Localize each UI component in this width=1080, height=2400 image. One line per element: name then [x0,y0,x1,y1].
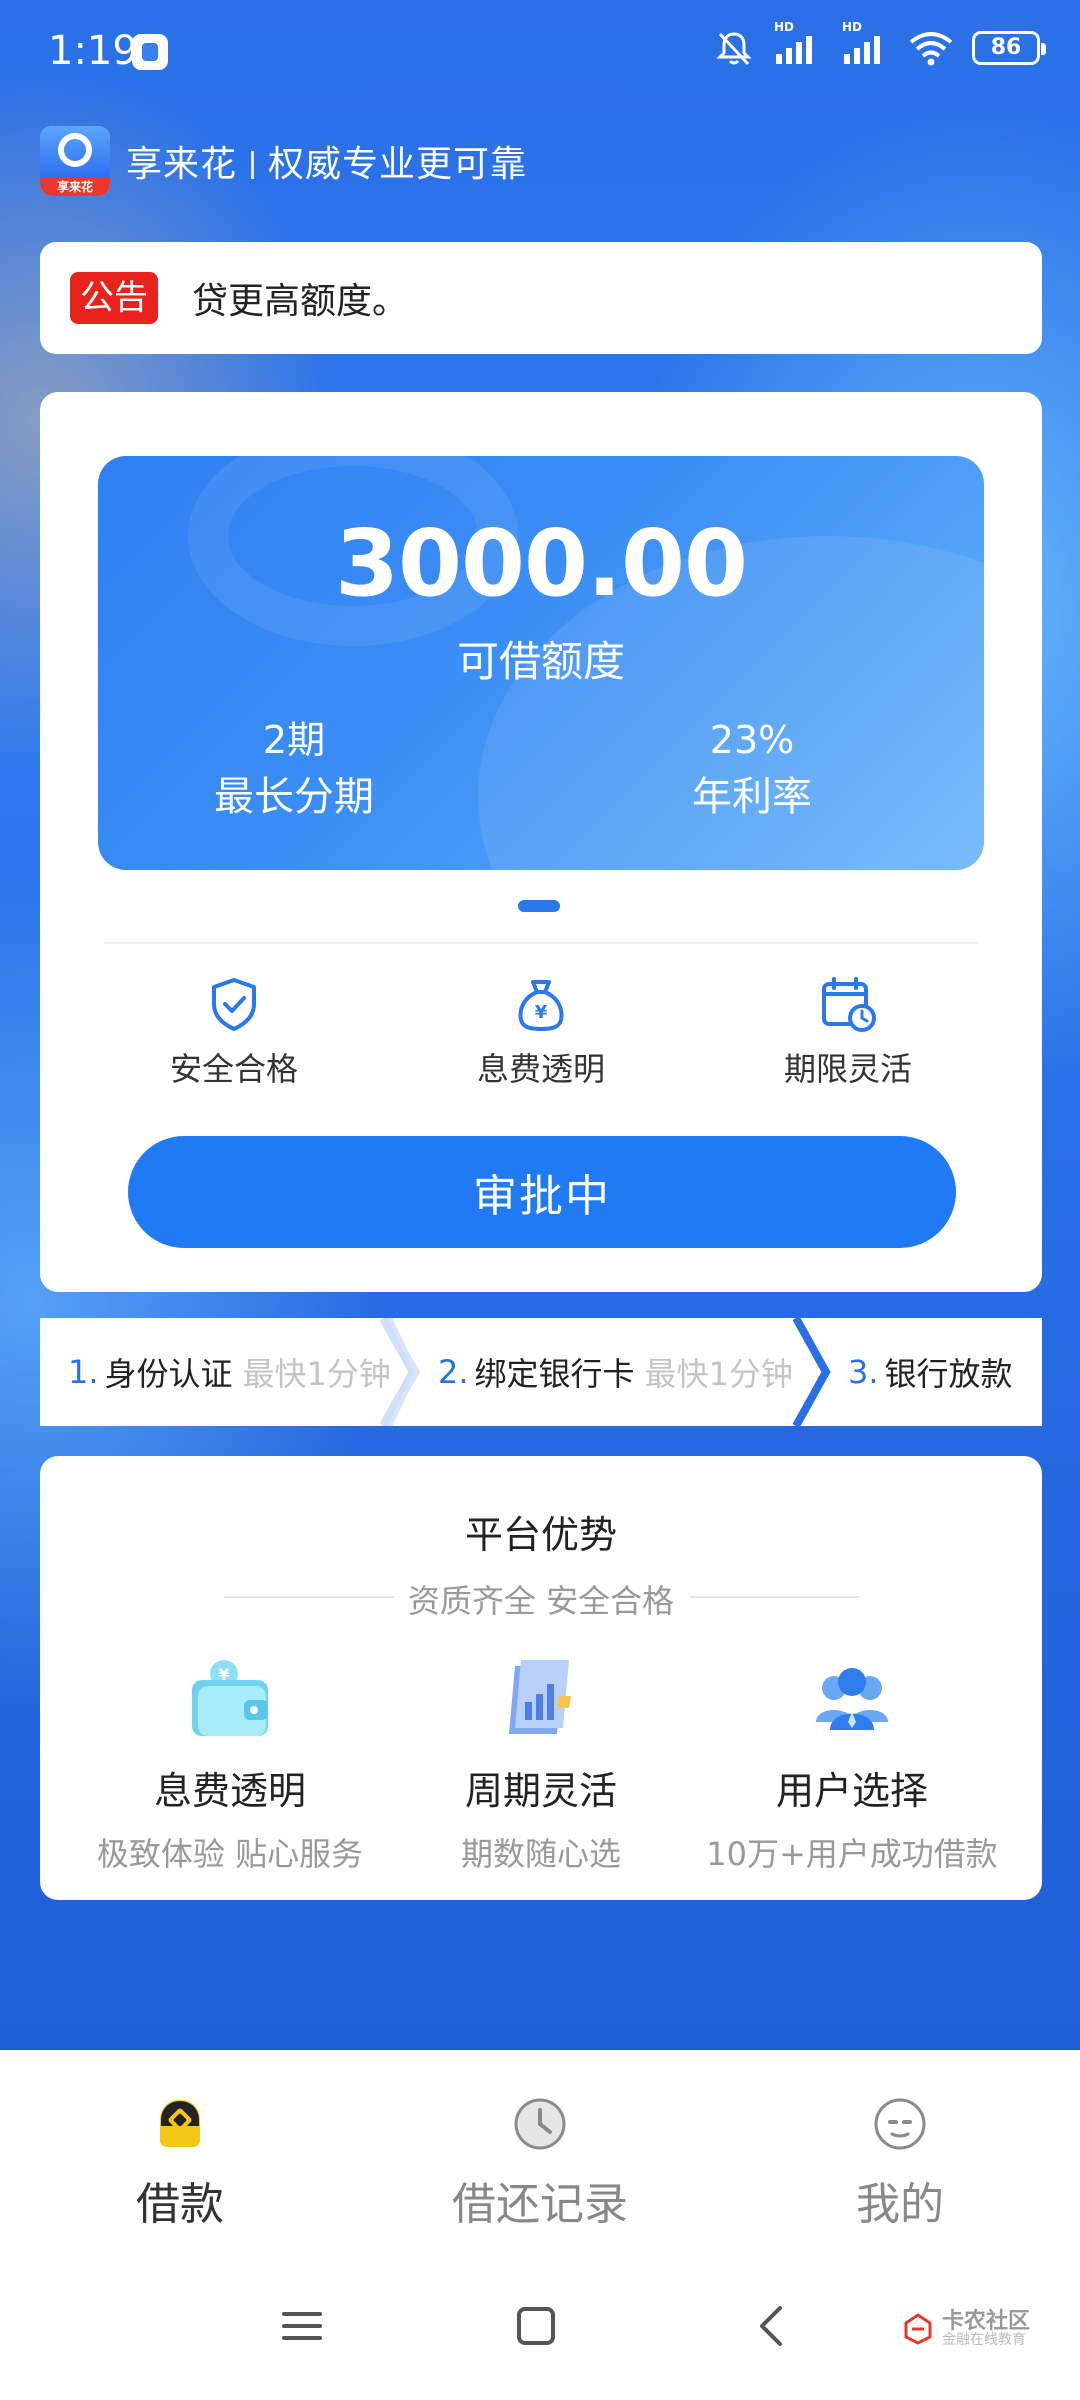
step-2: 2. 绑定银行卡 最快1分钟 [438,1318,793,1426]
signal-2: HD [840,20,890,66]
feature-row: 安全合格 ¥ 息费透明 期限灵活 [40,974,1042,1094]
max-term-stat: 2期 最长分期 [144,714,444,828]
brand-slogan: 权威专业更可靠 [268,144,528,185]
subtitle-line-right [690,1596,860,1598]
step-hint: 最快1分钟 [242,1355,391,1393]
advantages-title: 平台优势 [464,1513,617,1557]
calendar-clock-icon [822,977,876,1032]
approval-status-button[interactable]: 审批中 [128,1136,956,1248]
signal-icon [844,36,880,64]
status-time: 1:19 [48,28,138,74]
signal-1: HD [772,20,822,66]
logo-text: 享来花 [40,178,110,196]
loan-icon [160,2100,200,2147]
title-separator [251,151,255,179]
advantage-desc: 极致体验 贴心服务 [96,1835,364,1873]
feature-label: 期限灵活 [783,1050,912,1088]
advantage-desc: 10万+用户成功借款 [706,1835,998,1873]
wifi-icon [909,32,953,66]
advantage-item: 周期灵活 期数随心选 [371,1650,711,1875]
available-amount: 3000.00 [334,510,748,617]
max-term-value: 2期 [262,718,326,762]
advantage-item: ¥ 息费透明 极致体验 贴心服务 [60,1650,400,1875]
tab-label: 我的 [856,2179,944,2230]
step-name: 绑定银行卡 [474,1355,635,1393]
tab-mine[interactable]: 我的 [750,2096,1050,2232]
step-name: 银行放款 [884,1355,1013,1393]
advantage-title: 周期灵活 [464,1769,617,1813]
advantage-desc: 期数随心选 [460,1835,621,1873]
annual-rate-label: 年利率 [692,774,812,820]
annual-rate-stat: 23% 年利率 [602,714,902,828]
feature-label: 息费透明 [476,1050,605,1088]
header-title: 享来花 权威专业更可靠 [126,135,527,187]
advantage-item: 用户选择 10万+用户成功借款 [682,1650,1022,1875]
community-watermark: 卡农社区 金融在线教育 [900,2310,1030,2348]
svg-text:¥: ¥ [535,1002,548,1023]
quota-panel[interactable]: 3000.00 可借额度 2期 最长分期 23% 年利率 [98,456,984,870]
step-arrow-icon [380,1318,420,1426]
watermark-title: 卡农社区 [942,2309,1031,2334]
step-number: 1. [68,1353,99,1391]
notice-bar[interactable]: 公告 贷更高额度。 [40,242,1042,354]
signal-1-label: HD [774,20,795,34]
annual-rate-value: 23% [709,718,795,762]
available-amount-label: 可借额度 [456,637,625,686]
status-icons: HD HD 86 [714,20,1046,68]
step-1: 1. 身份认证 最快1分钟 [68,1318,391,1426]
bottom-tab-bar: 借款 借还记录 我的 [0,2050,1080,2260]
back-icon[interactable] [750,2304,794,2348]
signal-icon [776,36,812,64]
notification-app-icon [132,34,168,70]
loan-card: 3000.00 可借额度 2期 最长分期 23% 年利率 安全合格 ¥ 息费透明 [40,392,1042,1292]
tab-label: 借款 [136,2179,224,2230]
tab-label: 借还记录 [452,2179,628,2230]
feature-flexible: 期限灵活 [728,974,968,1090]
carousel-indicator [518,900,560,912]
max-term-label: 最长分期 [214,774,374,820]
watermark-logo-icon [904,2313,932,2345]
step-number: 2. [438,1353,469,1391]
mute-bell-icon [716,32,752,66]
users-icon [816,1668,888,1730]
advantage-title: 用户选择 [775,1769,928,1813]
notice-text: 贷更高额度。 [192,281,409,322]
brand-name: 享来花 [126,144,238,185]
battery-indicator: 86 [972,31,1046,65]
feature-transparent: ¥ 息费透明 [421,974,661,1090]
tab-records[interactable]: 借还记录 [390,2096,690,2232]
wallet-icon: ¥ [192,1660,268,1736]
app-header: 享来花 享来花 权威专业更可靠 [40,126,527,196]
watermark-subtitle: 金融在线教育 [942,2332,1026,2349]
status-bar: 1:19 HD HD 86 [0,0,1080,110]
feature-label: 安全合格 [169,1050,298,1088]
money-bag-icon: ¥ [518,980,564,1031]
step-number: 3. [848,1353,879,1391]
step-3: 3. 银行放款 [848,1318,1013,1426]
step-name: 身份认证 [104,1355,233,1393]
system-nav-bar: 卡农社区 金融在线教育 [0,2260,1080,2400]
divider [104,942,978,944]
feature-safe: 安全合格 [114,974,354,1090]
tab-loan[interactable]: 借款 [30,2096,330,2232]
menu-icon[interactable] [280,2304,324,2348]
step-hint: 最快1分钟 [644,1355,793,1393]
home-icon[interactable] [514,2304,558,2348]
advantages-subtitle: 资质齐全 安全合格 [407,1582,675,1620]
step-arrow-icon [792,1318,831,1426]
advantage-title: 息费透明 [153,1769,306,1813]
clock-icon [514,2098,566,2150]
document-chart-icon [509,1660,571,1734]
face-icon [874,2098,926,2150]
process-steps: 1. 身份认证 最快1分钟 2. 绑定银行卡 最快1分钟 3. 银行放款 [40,1318,1042,1426]
signal-2-label: HD [842,20,863,34]
notice-badge: 公告 [70,272,158,324]
platform-advantages: 平台优势 资质齐全 安全合格 ¥ 息费透明 极致体验 贴心服务 周期灵活 期数随… [40,1456,1042,1900]
app-logo: 享来花 [40,126,110,196]
shield-check-icon [212,978,256,1031]
